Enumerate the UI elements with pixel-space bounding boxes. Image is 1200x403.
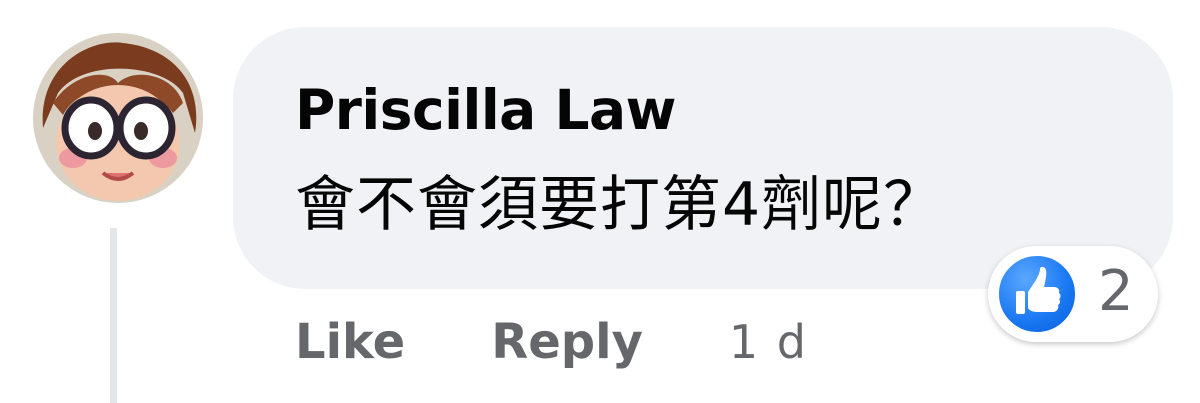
reply-button[interactable]: Reply bbox=[491, 318, 643, 366]
thumbs-up-icon bbox=[996, 253, 1078, 335]
comment-actions: Like Reply 1 d bbox=[295, 312, 808, 372]
like-button[interactable]: Like bbox=[295, 318, 405, 366]
comment-container: Priscilla Law 會不會須要打第4劑呢？ 2 Like Reply 1… bbox=[0, 0, 1200, 403]
comment-timestamp[interactable]: 1 d bbox=[729, 319, 808, 365]
comment-author[interactable]: Priscilla Law bbox=[295, 83, 676, 138]
cartoon-avatar-icon bbox=[33, 33, 203, 203]
avatar[interactable] bbox=[33, 33, 203, 203]
thread-line bbox=[110, 228, 117, 403]
comment-text: 會不會須要打第4劑呢？ bbox=[295, 170, 945, 240]
reaction-count: 2 bbox=[1098, 259, 1134, 324]
reaction-summary[interactable]: 2 bbox=[988, 246, 1158, 342]
